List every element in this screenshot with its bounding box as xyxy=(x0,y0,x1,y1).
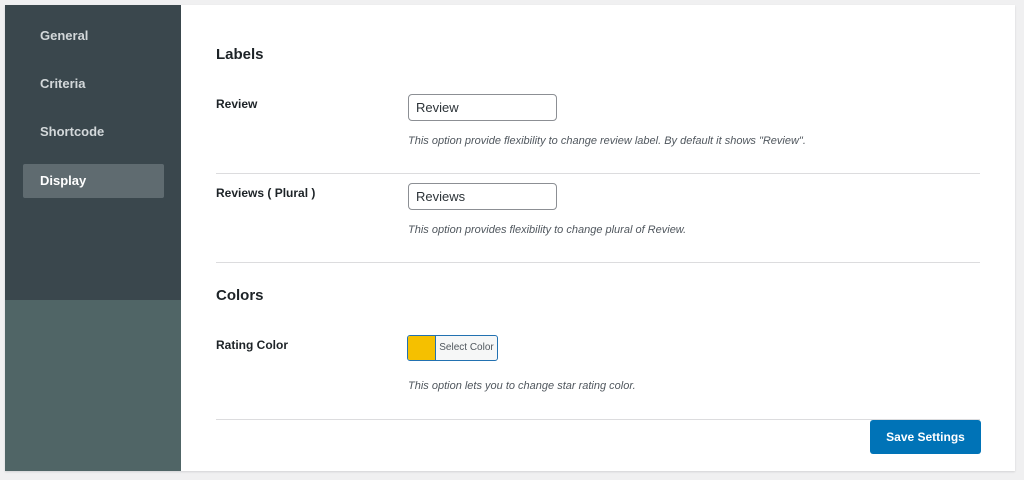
sidebar-item-shortcode[interactable]: Shortcode xyxy=(23,115,164,149)
settings-panel: General Criteria Shortcode Display Label… xyxy=(5,5,1015,471)
sidebar-item-general[interactable]: General xyxy=(23,19,164,53)
review-description: This option provide flexibility to chang… xyxy=(408,135,806,147)
sidebar-item-display[interactable]: Display xyxy=(23,164,164,198)
reviews-plural-description: This option provides flexibility to chan… xyxy=(408,224,687,236)
labels-section-title: Labels xyxy=(216,46,264,63)
reviews-plural-input[interactable] xyxy=(408,183,557,210)
reviews-plural-label: Reviews ( Plural ) xyxy=(216,186,316,200)
color-swatch xyxy=(408,336,436,360)
rating-color-description: This option lets you to change star rati… xyxy=(408,380,636,392)
review-input[interactable] xyxy=(408,94,557,121)
rating-color-label: Rating Color xyxy=(216,338,288,352)
colors-section-title: Colors xyxy=(216,287,264,304)
settings-sidebar: General Criteria Shortcode Display xyxy=(5,5,181,471)
divider xyxy=(216,419,980,420)
review-label: Review xyxy=(216,97,258,111)
sidebar-menu: General Criteria Shortcode Display xyxy=(5,5,181,300)
select-color-label: Select Color xyxy=(439,342,494,353)
settings-content: Labels Review This option provide flexib… xyxy=(181,5,1015,471)
sidebar-item-criteria[interactable]: Criteria xyxy=(23,67,164,101)
save-settings-button[interactable]: Save Settings xyxy=(870,420,981,454)
divider xyxy=(216,173,980,174)
rating-color-picker-button[interactable]: Select Color xyxy=(407,335,498,361)
divider xyxy=(216,262,980,263)
